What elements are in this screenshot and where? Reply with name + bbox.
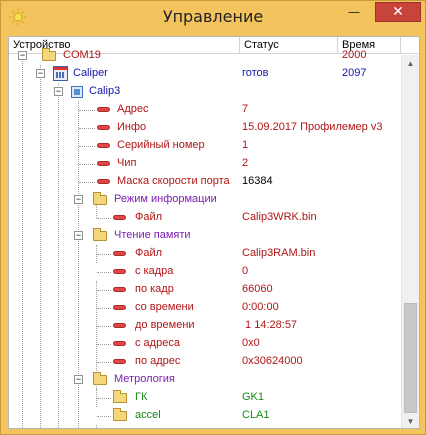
tree-node-property[interactable]: Адрес 7 [9, 101, 401, 119]
node-label: Режим информации [114, 193, 217, 205]
property-icon [113, 215, 126, 220]
close-button[interactable]: ✕ [375, 2, 421, 22]
property-icon [113, 341, 126, 346]
tree-node-property[interactable]: Файл Calip3WRK.bin [9, 205, 401, 227]
node-value: 16384 [242, 175, 273, 187]
tree-node-calip3[interactable]: − Calip3 [9, 83, 401, 101]
node-label: по адрес [135, 355, 181, 367]
tree-node-property[interactable]: Чип 2 [9, 155, 401, 173]
tree-node-memory-read[interactable]: − Чтение памяти [9, 227, 401, 245]
tree-node-property[interactable]: со времени 0:00:00 [9, 299, 401, 317]
scroll-up-arrow-icon[interactable]: ▲ [402, 55, 419, 72]
node-value: Calip3RAM.bin [242, 247, 316, 259]
tree-node-property[interactable]: Маска скорости порта 16384 [9, 173, 401, 191]
node-value: 1 14:28:57 [242, 319, 298, 331]
tree-rows: − COM19 2000 − Caliper готов 2097 − Cali… [9, 48, 401, 428]
property-icon [113, 305, 126, 310]
scroll-thumb[interactable] [404, 303, 417, 413]
collapse-toggle[interactable]: − [54, 87, 63, 96]
node-label: accel [135, 409, 161, 421]
node-label: Метрология [114, 373, 175, 385]
node-label: Файл [135, 247, 163, 259]
collapse-toggle[interactable]: − [18, 51, 27, 60]
node-label: ГК [135, 391, 148, 403]
title-bar[interactable]: Управление — ✕ [1, 1, 425, 33]
node-status: готов [242, 67, 269, 79]
collapse-toggle[interactable]: − [74, 195, 83, 204]
folder-icon [113, 408, 127, 421]
node-value: 0x0 [242, 337, 260, 349]
node-label: по кадр [135, 283, 174, 295]
tree-node-metrology-item[interactable]: ГК GK1 [9, 389, 401, 407]
tree-node-property[interactable]: с кадра 0 [9, 263, 401, 281]
tree-node-info-mode[interactable]: − Режим информации [9, 191, 401, 209]
tree-node-property[interactable]: Серийный номер 1 [9, 137, 401, 155]
vertical-scrollbar[interactable]: ▲ ▼ [401, 55, 419, 428]
node-value: 0x30624000 [242, 355, 303, 367]
node-label: COM19 [63, 49, 101, 61]
device-tree-view[interactable]: Устройство Статус Время − COM19 2000 − C… [8, 36, 420, 429]
property-icon [97, 143, 110, 148]
node-label: Caliper [73, 67, 108, 79]
node-value: 1 [242, 139, 249, 151]
node-value: 7 [242, 103, 249, 115]
tree-node-com[interactable]: − COM19 2000 [9, 47, 401, 65]
property-icon [113, 287, 126, 292]
node-label: до времени [135, 319, 195, 331]
node-label: Серийный номер [117, 139, 205, 151]
folder-icon [113, 390, 127, 403]
node-label: с кадра [135, 265, 174, 277]
tree-node-metrology[interactable]: − Метрология [9, 371, 401, 389]
folder-icon [93, 192, 107, 205]
node-value: Calip3WRK.bin [242, 211, 317, 223]
node-label: Файл [135, 211, 163, 223]
node-label: Инфо [117, 121, 147, 133]
property-icon [97, 107, 110, 112]
node-label: Чтение памяти [114, 229, 191, 241]
node-label: с адреса [135, 337, 180, 349]
node-value: 0 [242, 265, 249, 277]
node-value: 15.09.2017 Профилемер v3 [242, 121, 383, 133]
tree-node-property[interactable]: по адрес 0x30624000 [9, 353, 401, 371]
tree-node-property[interactable]: с адреса 0x0 [9, 335, 401, 353]
tree-guide-line [96, 425, 97, 428]
node-time: 2097 [342, 67, 367, 79]
node-value: 0:00:00 [242, 301, 279, 313]
node-label: со времени [135, 301, 194, 313]
property-icon [97, 125, 110, 130]
property-icon [113, 269, 126, 274]
property-icon [97, 179, 110, 184]
tree-node-property[interactable]: до времени 1 14:28:57 [9, 317, 401, 335]
node-label: Calip3 [89, 85, 121, 97]
node-value: CLA1 [242, 409, 270, 421]
node-label: Маска скорости порта [117, 175, 230, 187]
scroll-down-arrow-icon[interactable]: ▼ [402, 413, 419, 428]
tree-node-property[interactable]: Файл Calip3RAM.bin [9, 245, 401, 263]
collapse-toggle[interactable]: − [74, 375, 83, 384]
control-window: Управление — ✕ Устройство Статус Время −… [0, 0, 426, 435]
tree-node-caliper[interactable]: − Caliper готов 2097 [9, 65, 401, 83]
minimize-button[interactable]: — [341, 2, 367, 22]
folder-icon [42, 48, 56, 61]
tree-node-property[interactable]: по кадр 66060 [9, 281, 401, 299]
node-value: 66060 [242, 283, 273, 295]
module-icon [71, 86, 83, 98]
property-icon [113, 359, 126, 364]
node-label: Чип [117, 157, 137, 169]
collapse-toggle[interactable]: − [74, 231, 83, 240]
calendar-device-icon [53, 66, 68, 81]
node-time: 2000 [342, 49, 367, 61]
folder-icon [93, 228, 107, 241]
property-icon [113, 323, 126, 328]
tree-node-property[interactable]: Инфо 15.09.2017 Профилемер v3 [9, 119, 401, 137]
node-label: Адрес [117, 103, 149, 115]
tree-node-metrology-item[interactable]: accel CLA1 [9, 407, 401, 425]
node-value: GK1 [242, 391, 265, 403]
folder-icon [93, 372, 107, 385]
collapse-toggle[interactable]: − [36, 69, 45, 78]
property-icon [97, 161, 110, 166]
property-icon [113, 251, 126, 256]
node-value: 2 [242, 157, 249, 169]
